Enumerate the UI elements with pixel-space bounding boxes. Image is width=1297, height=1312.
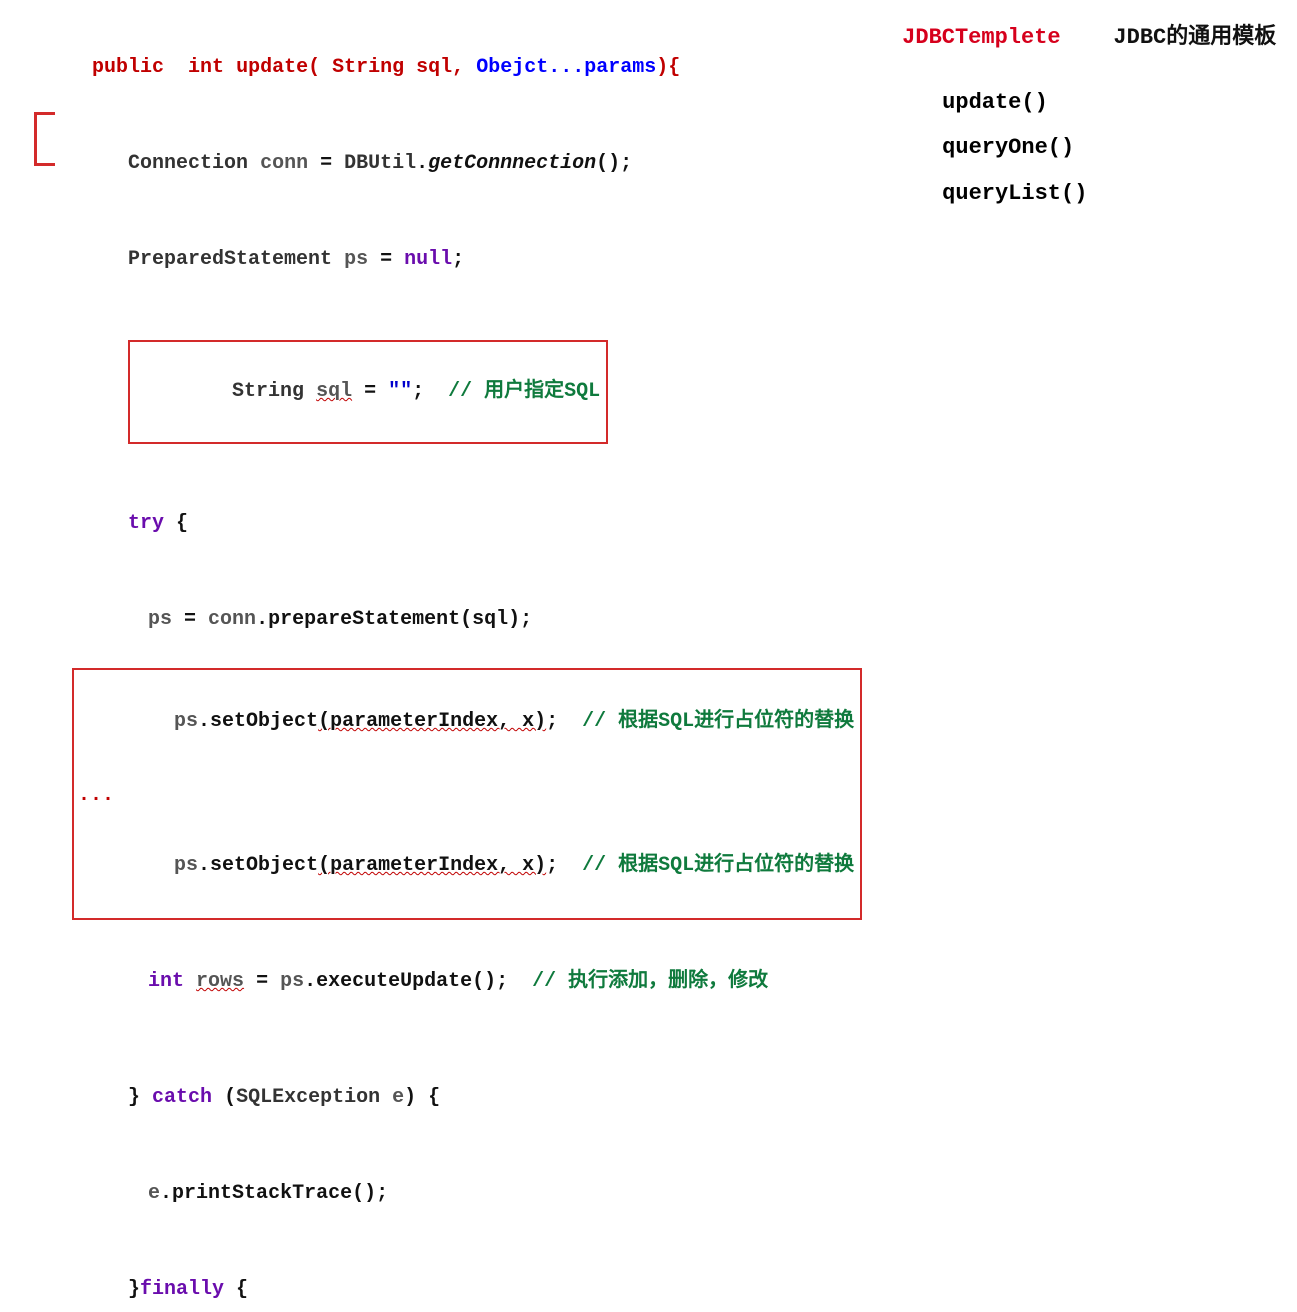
method-querylist: queryList() — [942, 176, 1277, 211]
finally-line: }finally { — [20, 1242, 862, 1312]
sql-declaration-line: String sql = ""; // 用户指定SQL — [20, 308, 862, 476]
keyword-public: public — [92, 56, 164, 79]
comment-user-sql: // 用户指定SQL — [448, 380, 600, 403]
jdbctemplate-title: JDBCTemplete — [902, 25, 1060, 50]
setobject-block: ps.setObject(parameterIndex, x); // 根据SQ… — [72, 668, 862, 920]
method-name: update — [236, 56, 308, 79]
param-name-sql: sql — [416, 56, 452, 79]
red-bracket-mark — [34, 112, 55, 166]
method-signature: public int update( String sql, Obejct...… — [20, 20, 862, 116]
param-name-params: params — [584, 56, 656, 79]
code-block: public int update( String sql, Obejct...… — [20, 20, 862, 1312]
comment-execute: // 执行添加，删除，修改 — [532, 970, 768, 993]
method-list: update() queryOne() queryList() — [942, 85, 1277, 211]
preparedstatement-line: PreparedStatement ps = null; — [20, 212, 862, 308]
param-type-string: String — [332, 56, 404, 79]
try-line: try { — [20, 476, 862, 572]
printstacktrace-line: e.printStackTrace(); — [20, 1146, 862, 1242]
connection-line: Connection conn = DBUtil.getConnnection(… — [20, 116, 862, 212]
method-update: update() — [942, 85, 1277, 120]
comment-placeholder-2: // 根据SQL进行占位符的替换 — [582, 854, 854, 877]
param-type-object: Obejct — [476, 56, 548, 79]
catch-line: } catch (SQLException e) { — [20, 1050, 862, 1146]
method-queryone: queryOne() — [942, 130, 1277, 165]
side-panel: JDBCTemplete JDBC的通用模板 update() queryOne… — [862, 20, 1277, 1312]
ellipsis: ... — [78, 784, 114, 807]
preparestatement-call: ps = conn.prepareStatement(sql); — [20, 572, 862, 668]
comment-placeholder-1: // 根据SQL进行占位符的替换 — [582, 710, 854, 733]
keyword-int: int — [188, 56, 224, 79]
executeupdate-line: int rows = ps.executeUpdate(); // 执行添加，删… — [20, 934, 862, 1030]
jdbc-subtitle: JDBC的通用模板 — [1113, 25, 1276, 50]
